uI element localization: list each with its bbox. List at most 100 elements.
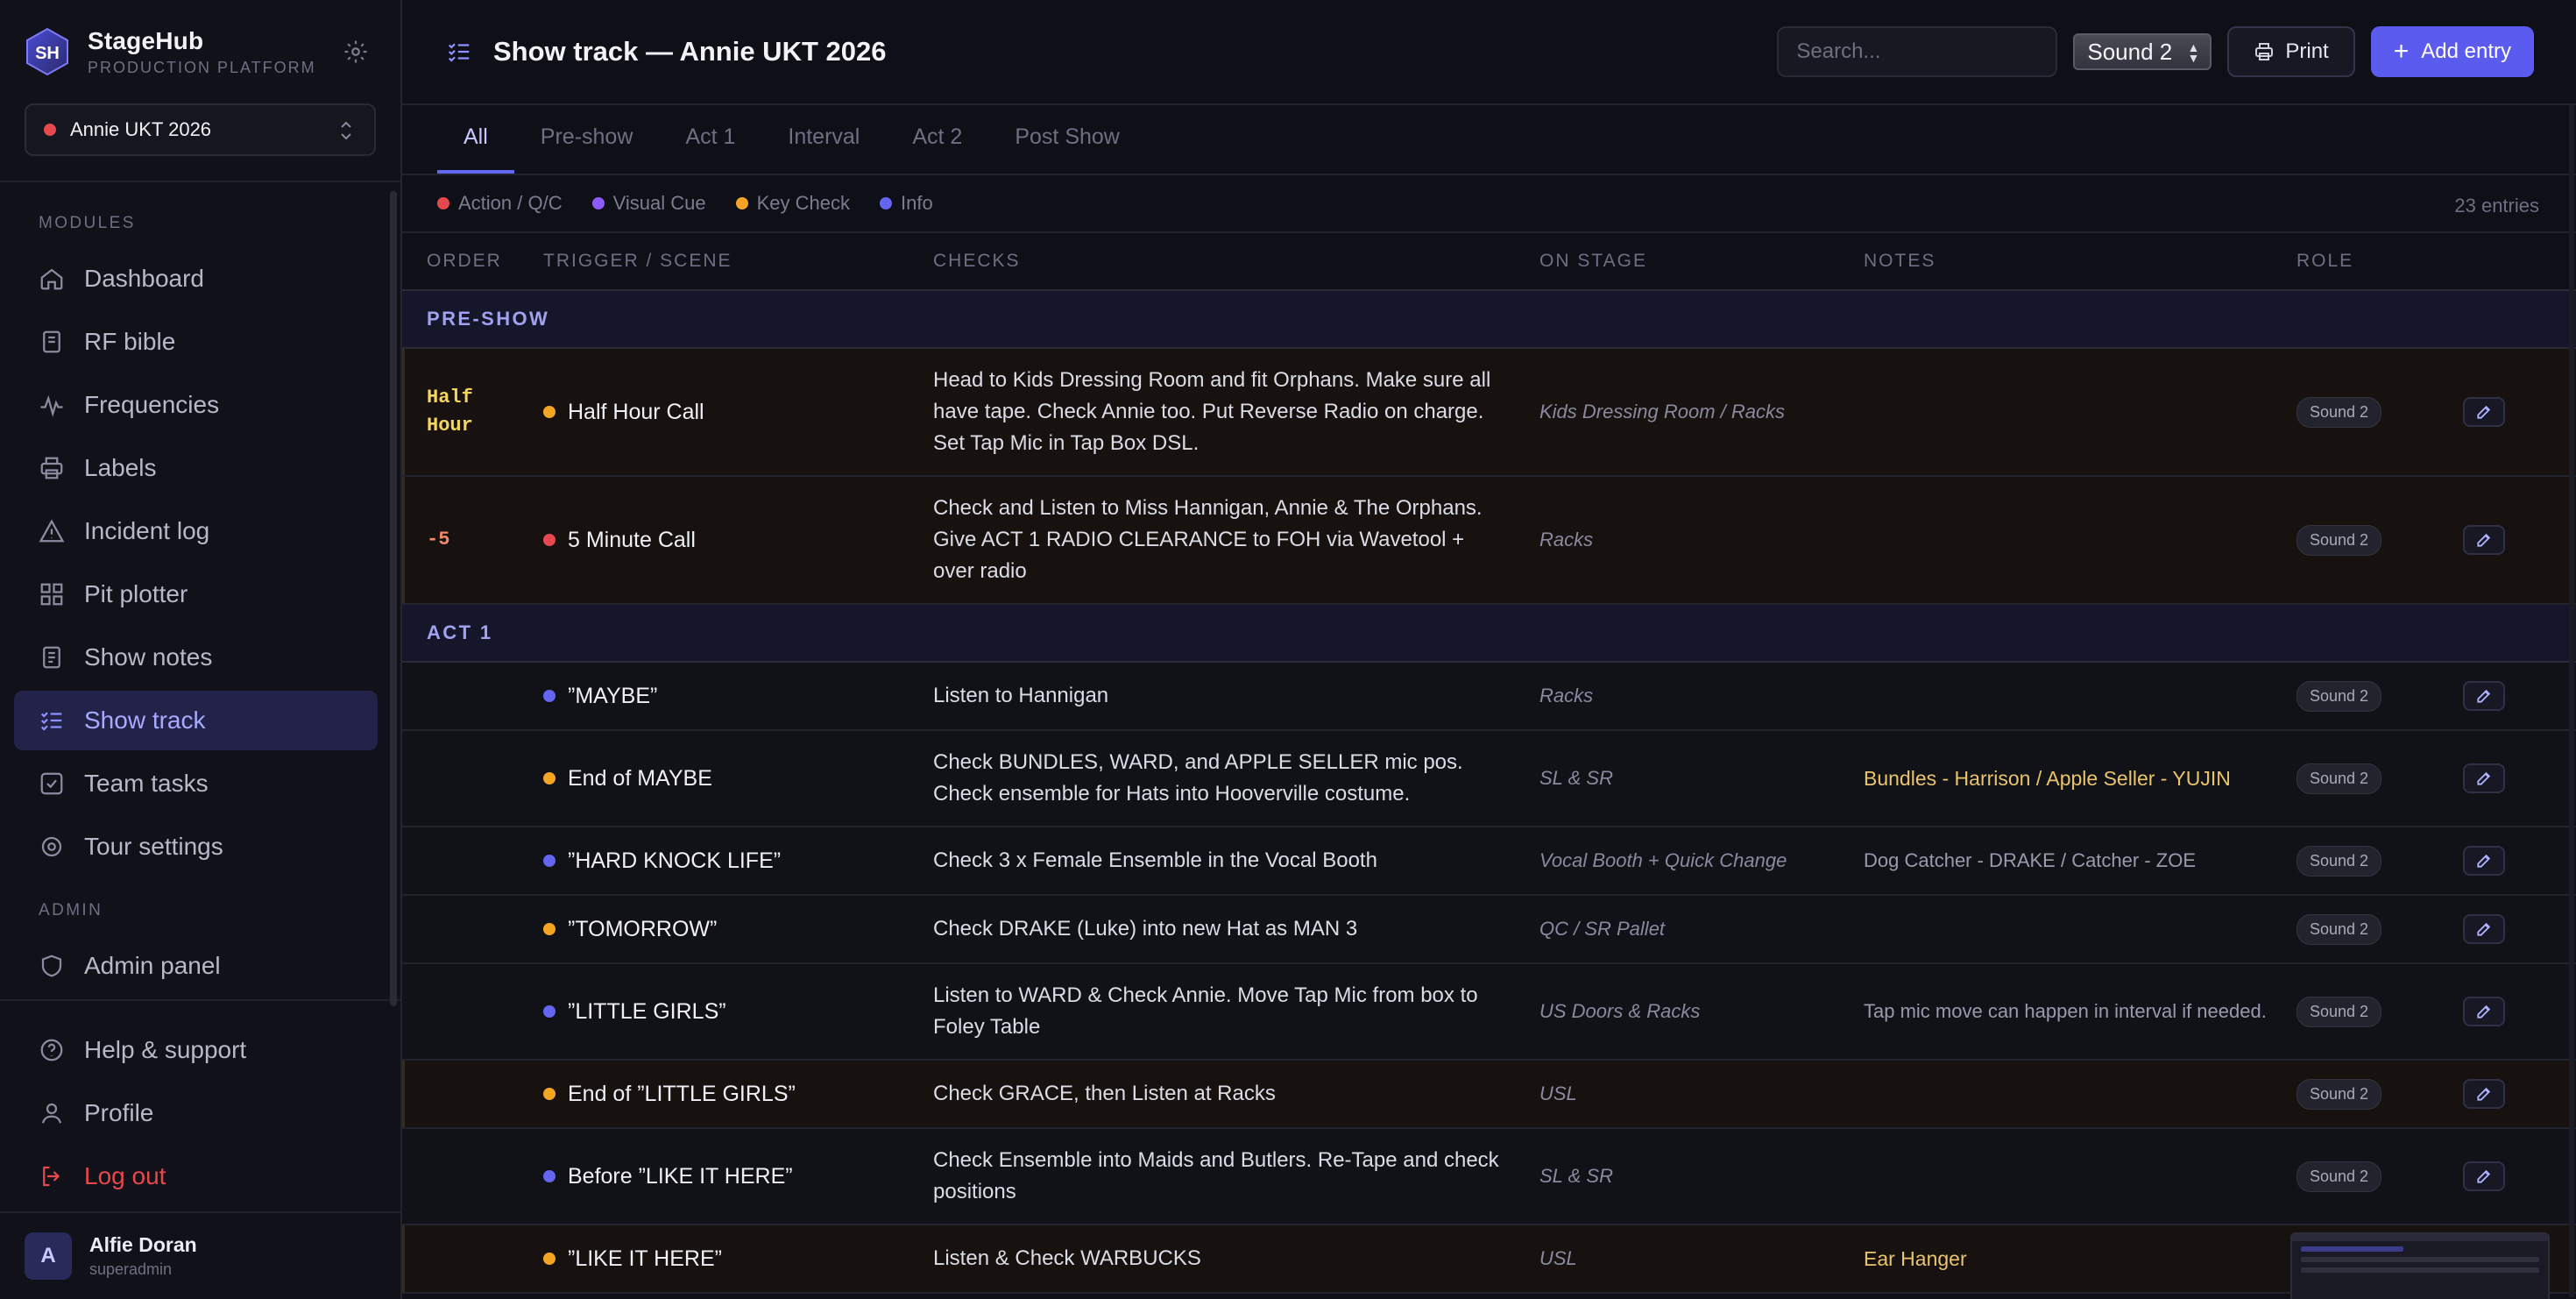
tab-act-1[interactable]: Act 1 (659, 103, 761, 174)
edit-icon (2475, 770, 2493, 787)
table-row[interactable]: ”TOMORROW” Check DRAKE (Luke) into new Ha… (402, 896, 2576, 964)
window-thumbnail-preview[interactable] (2290, 1232, 2550, 1299)
order-cell: Half Hour (402, 384, 543, 440)
sidebar-item-help[interactable]: Help & support (14, 1020, 378, 1080)
section-header: ACT 1 (402, 605, 2576, 663)
table-row[interactable]: Half Hour Half Hour Call Head to Kids Dres… (402, 349, 2576, 477)
role-badge: Sound 2 (2296, 1078, 2382, 1110)
table-row[interactable]: -5 5 Minute Call Check and Listen to Miss … (402, 477, 2576, 605)
page-header: Show track — Annie UKT 2026 Sound 2 ▲▼ P… (402, 0, 2576, 105)
table-row[interactable]: ”MAYBE” Listen to Hannigan Racks Sound 2 (402, 663, 2576, 731)
sidebar-item-show-notes[interactable]: Show notes (14, 628, 378, 687)
tab-post-show[interactable]: Post Show (988, 103, 1146, 174)
sidebar-item-incident-log[interactable]: Incident log (14, 501, 378, 561)
column-header-trigger: TRIGGER / SCENE (543, 251, 732, 271)
role-cell: Sound 2 (2296, 524, 2463, 556)
sidebar-item-show-track[interactable]: Show track (14, 691, 378, 750)
app-root: SH StageHub PRODUCTION PLATFORM Annie UK… (0, 0, 2576, 1299)
sidebar-item-label: Show notes (84, 643, 213, 671)
print-button[interactable]: Print (2227, 26, 2355, 77)
checks-cell: Listen to WARD & Check Annie. Move Tap M… (933, 980, 1539, 1043)
category-dot (543, 1005, 556, 1018)
edit-button[interactable] (2463, 397, 2505, 427)
user-card[interactable]: A Alfie Doran superadmin (0, 1211, 400, 1299)
notes-cell: Bundles - Harrison / Apple Seller - YUJI… (1864, 764, 2296, 792)
notes-icon (39, 644, 65, 671)
checks-cell: Head to Kids Dressing Room and fit Orpha… (933, 365, 1539, 459)
legend-dot (879, 197, 892, 209)
add-entry-button[interactable]: + Add entry (2370, 26, 2534, 77)
on-stage-text: SL & SR (1539, 1165, 1613, 1187)
trigger-text: End of ”LITTLE GIRLS” (568, 1081, 796, 1106)
on-stage-text: USL (1539, 1082, 1577, 1104)
column-header-order: ORDER (427, 251, 502, 271)
select-arrows-icon: ▲ ▼ (2187, 40, 2200, 65)
edit-button[interactable] (2463, 846, 2505, 876)
help-icon (39, 1037, 65, 1063)
section-header: PRE-SHOW (402, 291, 2576, 349)
edit-cell (2463, 846, 2576, 876)
edit-icon (2475, 531, 2493, 549)
column-header-checks: CHECKS (933, 251, 1021, 271)
sidebar-item-admin-panel[interactable]: Admin panel (14, 936, 378, 996)
notes-text: Bundles - Harrison / Apple Seller - YUJI… (1864, 767, 2231, 790)
tab-interval[interactable]: Interval (761, 103, 886, 174)
user-icon (39, 1100, 65, 1126)
table-row[interactable]: ”LIKE IT HERE” Listen & Check WARBUCKS USL… (402, 1225, 2576, 1294)
on-stage-text: Vocal Booth + Quick Change (1539, 849, 1787, 871)
role-badge: Sound 2 (2296, 524, 2382, 556)
tab-pre-show[interactable]: Pre-show (514, 103, 660, 174)
checks-cell: Check 3 x Female Ensemble in the Vocal B… (933, 845, 1539, 877)
category-dot (543, 1088, 556, 1100)
trigger-text: 5 Minute Call (568, 527, 696, 552)
table-row[interactable]: End of ”LITTLE GIRLS” Check GRACE, then L… (402, 1061, 2576, 1129)
table-row[interactable]: End of MAYBE Check BUNDLES, WARD, and APP… (402, 731, 2576, 827)
role-cell: Sound 2 (2296, 913, 2463, 945)
edit-button[interactable] (2463, 914, 2505, 944)
modules-section-label: MODULES (39, 214, 136, 232)
edit-button[interactable] (2463, 1161, 2505, 1191)
sidebar-item-pit-plotter[interactable]: Pit plotter (14, 564, 378, 624)
grid-icon (39, 581, 65, 607)
edit-button[interactable] (2463, 1079, 2505, 1109)
plus-icon: + (2393, 37, 2410, 66)
sidebar-item-rf-bible[interactable]: RF bible (14, 312, 378, 372)
edit-button[interactable] (2463, 997, 2505, 1026)
settings-gear-icon[interactable] (343, 39, 369, 65)
sidebar-item-frequencies[interactable]: Frequencies (14, 375, 378, 435)
table-row[interactable]: Before ”LIKE IT HERE” Check Ensemble into… (402, 1129, 2576, 1225)
trigger-text: Half Hour Call (568, 399, 704, 424)
sidebar-item-label: Help & support (84, 1036, 247, 1063)
table-row[interactable]: ”LITTLE GIRLS” Listen to WARD & Check Ann… (402, 964, 2576, 1061)
sidebar-scrollbar[interactable] (390, 191, 397, 1006)
sidebar-item-team-tasks[interactable]: Team tasks (14, 754, 378, 813)
sidebar-item-labels[interactable]: Labels (14, 438, 378, 498)
on-stage-text: SL & SR (1539, 767, 1613, 789)
checks-cell: Listen & Check WARBUCKS (933, 1243, 1539, 1274)
role-select[interactable]: Sound 2 ▲ ▼ (2073, 33, 2212, 70)
category-dot (543, 1253, 556, 1265)
production-selector[interactable]: Annie UKT 2026 (25, 103, 376, 156)
on-stage-cell: Kids Dressing Room / Racks (1539, 401, 1864, 423)
sidebar-item-logout[interactable]: Log out (14, 1146, 378, 1206)
edit-icon (2475, 403, 2493, 421)
edit-button[interactable] (2463, 525, 2505, 555)
sidebar-item-profile[interactable]: Profile (14, 1083, 378, 1143)
tab-act-2[interactable]: Act 2 (886, 103, 988, 174)
main-scrollbar[interactable] (2569, 105, 2574, 1297)
legend-label: Visual Cue (612, 192, 706, 214)
tab-all[interactable]: All (437, 103, 514, 174)
sidebar-item-tour-settings[interactable]: Tour settings (14, 817, 378, 877)
edit-button[interactable] (2463, 681, 2505, 711)
edit-icon (2475, 687, 2493, 705)
sidebar-item-dashboard[interactable]: Dashboard (14, 249, 378, 309)
table-row[interactable]: ”HARD KNOCK LIFE” Check 3 x Female Ensemb… (402, 827, 2576, 896)
search-input[interactable] (1777, 26, 2058, 77)
edit-button[interactable] (2463, 763, 2505, 793)
notes-text: Dog Catcher - DRAKE / Catcher - ZOE (1864, 849, 2196, 871)
trigger-cell: ”LIKE IT HERE” (543, 1246, 933, 1272)
on-stage-cell: Racks (1539, 529, 1864, 551)
trigger-cell: Before ”LIKE IT HERE” (543, 1164, 933, 1189)
stagehub-logo-icon[interactable]: SH (25, 27, 70, 76)
logout-icon (39, 1163, 65, 1189)
